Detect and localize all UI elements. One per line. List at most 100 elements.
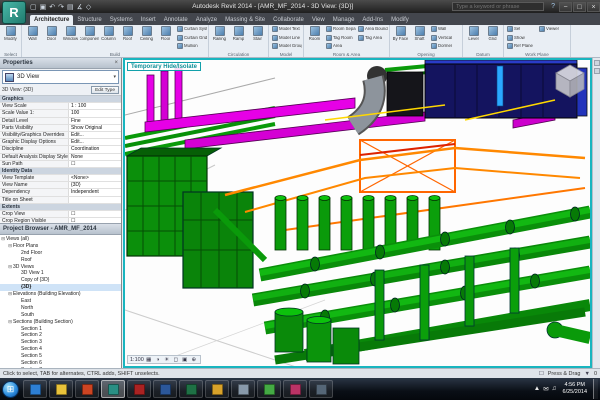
ribbon-button[interactable]: Area Boundary: [356, 25, 388, 34]
excel-icon[interactable]: [179, 380, 203, 398]
browser-tree-item[interactable]: East: [0, 298, 121, 305]
outlook-icon[interactable]: [205, 380, 229, 398]
save-icon[interactable]: ▣: [40, 3, 47, 11]
filter-icon[interactable]: ▼: [584, 371, 589, 377]
ribbon-button[interactable]: Modify: [1, 25, 20, 51]
browser-tree-item[interactable]: Section 2: [0, 332, 121, 339]
browser-tree-item[interactable]: Section 6: [0, 360, 121, 367]
autocad-icon[interactable]: [127, 380, 151, 398]
close-button[interactable]: ×: [587, 2, 600, 12]
ribbon-button[interactable]: Wall: [429, 25, 461, 34]
browser-tree-item[interactable]: Roof: [0, 257, 121, 264]
temporary-hide-isolate-badge[interactable]: Temporary Hide/Isolate: [127, 62, 201, 71]
ribbon-button[interactable]: Ceiling: [137, 25, 156, 51]
ribbon-tab[interactable]: Architecture: [30, 15, 73, 25]
default-3d-view-icon[interactable]: ◇: [86, 3, 91, 11]
ribbon-button[interactable]: Curtain System: [175, 25, 207, 34]
print-icon[interactable]: ▤: [67, 3, 74, 11]
taskbar-clock[interactable]: 4:56 PM 6/25/2014: [560, 382, 590, 396]
ribbon-tab[interactable]: Annotate: [160, 15, 192, 25]
ribbon-tab[interactable]: Analyze: [192, 15, 221, 25]
browser-icon[interactable]: [257, 380, 281, 398]
property-row[interactable]: Title on Sheet: [0, 197, 121, 204]
revit-icon[interactable]: [101, 380, 125, 398]
ribbon-button[interactable]: Window: [61, 25, 80, 51]
property-row[interactable]: Crop View ☐: [0, 211, 121, 218]
ribbon-button[interactable]: Room: [305, 25, 324, 51]
property-row[interactable]: Identity Data: [0, 168, 121, 175]
ribbon-button[interactable]: Floor: [156, 25, 175, 51]
internet-explorer-icon[interactable]: [23, 380, 47, 398]
drawing-area[interactable]: Temporary Hide/Isolate: [123, 58, 592, 368]
view-control-icon[interactable]: ◑: [154, 357, 162, 363]
browser-tree-item[interactable]: ⊟ Elevations (Building Elevation): [0, 291, 121, 298]
property-row[interactable]: Scale Value 1: 100: [0, 110, 121, 117]
media-player-icon[interactable]: [75, 380, 99, 398]
tray-icon[interactable]: ▲: [534, 385, 540, 393]
ribbon-button[interactable]: Viewer: [537, 25, 569, 34]
property-row[interactable]: Dependency Independent: [0, 189, 121, 196]
property-row[interactable]: Extents: [0, 204, 121, 211]
ribbon-button[interactable]: Component: [80, 25, 99, 51]
ribbon-tab[interactable]: Massing & Site: [221, 15, 269, 25]
ribbon-tab[interactable]: Collaborate: [269, 15, 308, 25]
browser-tree-item[interactable]: Section 4: [0, 346, 121, 353]
view-control-icon[interactable]: ◻: [172, 357, 180, 363]
ribbon-button[interactable]: By Face: [391, 25, 410, 51]
ribbon-button[interactable]: Model Line: [270, 34, 302, 43]
ribbon-button[interactable]: Model Group: [270, 42, 302, 51]
browser-tree-item[interactable]: ⊟ Sections (Building Section): [0, 319, 121, 326]
ribbon-tab[interactable]: Structure: [73, 15, 105, 25]
browser-tree-item[interactable]: Copy of {3D}: [0, 277, 121, 284]
ribbon-button[interactable]: Mullion: [175, 42, 207, 51]
property-row[interactable]: Graphic Display Options Edit...: [0, 139, 121, 146]
ribbon-button[interactable]: Door: [42, 25, 61, 51]
model-3d-view[interactable]: [125, 60, 590, 366]
model-cooling-towers[interactable]: [127, 148, 253, 288]
view-control-icon[interactable]: ⊕: [190, 357, 198, 363]
pdf-icon[interactable]: [283, 380, 307, 398]
ribbon-button[interactable]: Model Text: [270, 25, 302, 34]
browser-tree-item[interactable]: {3D}: [0, 284, 121, 291]
browser-tree-item[interactable]: 2nd Floor: [0, 250, 121, 257]
ribbon-button[interactable]: Show: [505, 34, 537, 43]
browser-tree-item[interactable]: South: [0, 312, 121, 319]
application-menu-button[interactable]: R: [2, 1, 26, 24]
undo-icon[interactable]: ↶: [49, 3, 55, 11]
view-control-icon[interactable]: ☀: [163, 357, 171, 363]
redo-icon[interactable]: ↷: [58, 3, 64, 11]
notepad-icon[interactable]: [231, 380, 255, 398]
file-explorer-icon[interactable]: [49, 380, 73, 398]
ribbon-tab[interactable]: Manage: [329, 15, 359, 25]
maximize-button[interactable]: □: [573, 2, 586, 12]
browser-tree-item[interactable]: Section 1: [0, 326, 121, 333]
property-row[interactable]: View Scale 1 : 100: [0, 103, 121, 110]
measure-icon[interactable]: ∡: [77, 3, 83, 11]
viewcube[interactable]: [555, 64, 585, 98]
ribbon-button[interactable]: Shaft: [410, 25, 429, 51]
steering-wheel-icon[interactable]: [594, 60, 600, 66]
word-icon[interactable]: [153, 380, 177, 398]
infocenter-search-input[interactable]: [452, 2, 544, 11]
browser-tree-item[interactable]: 3D View 1: [0, 270, 121, 277]
property-row[interactable]: Visibility/Graphics Overrides Edit...: [0, 132, 121, 139]
view-control-icon[interactable]: 1:100: [130, 357, 144, 363]
pan-icon[interactable]: [594, 68, 600, 74]
ribbon-button[interactable]: Curtain Grid: [175, 34, 207, 43]
ribbon-tab[interactable]: View: [308, 15, 329, 25]
browser-tree-item[interactable]: ⊟ Views (all): [0, 236, 121, 243]
browser-tree-item[interactable]: Section 3: [0, 339, 121, 346]
ribbon-button[interactable]: Grid: [483, 25, 502, 51]
calculator-icon[interactable]: [309, 380, 333, 398]
ribbon-button[interactable]: Ref Plane: [505, 42, 537, 51]
property-row[interactable]: View Template <None>: [0, 175, 121, 182]
ribbon-button[interactable]: Level: [464, 25, 483, 51]
help-icon[interactable]: ?: [551, 3, 555, 10]
ribbon-tab[interactable]: Add-Ins: [358, 15, 387, 25]
browser-tree-item[interactable]: Section 5: [0, 353, 121, 360]
start-button[interactable]: ⊞: [2, 381, 19, 398]
ribbon-button[interactable]: Dormer: [429, 42, 461, 51]
ribbon-button[interactable]: Set: [505, 25, 537, 34]
tray-icon[interactable]: ✉: [543, 385, 548, 393]
open-icon[interactable]: ▢: [30, 3, 37, 11]
